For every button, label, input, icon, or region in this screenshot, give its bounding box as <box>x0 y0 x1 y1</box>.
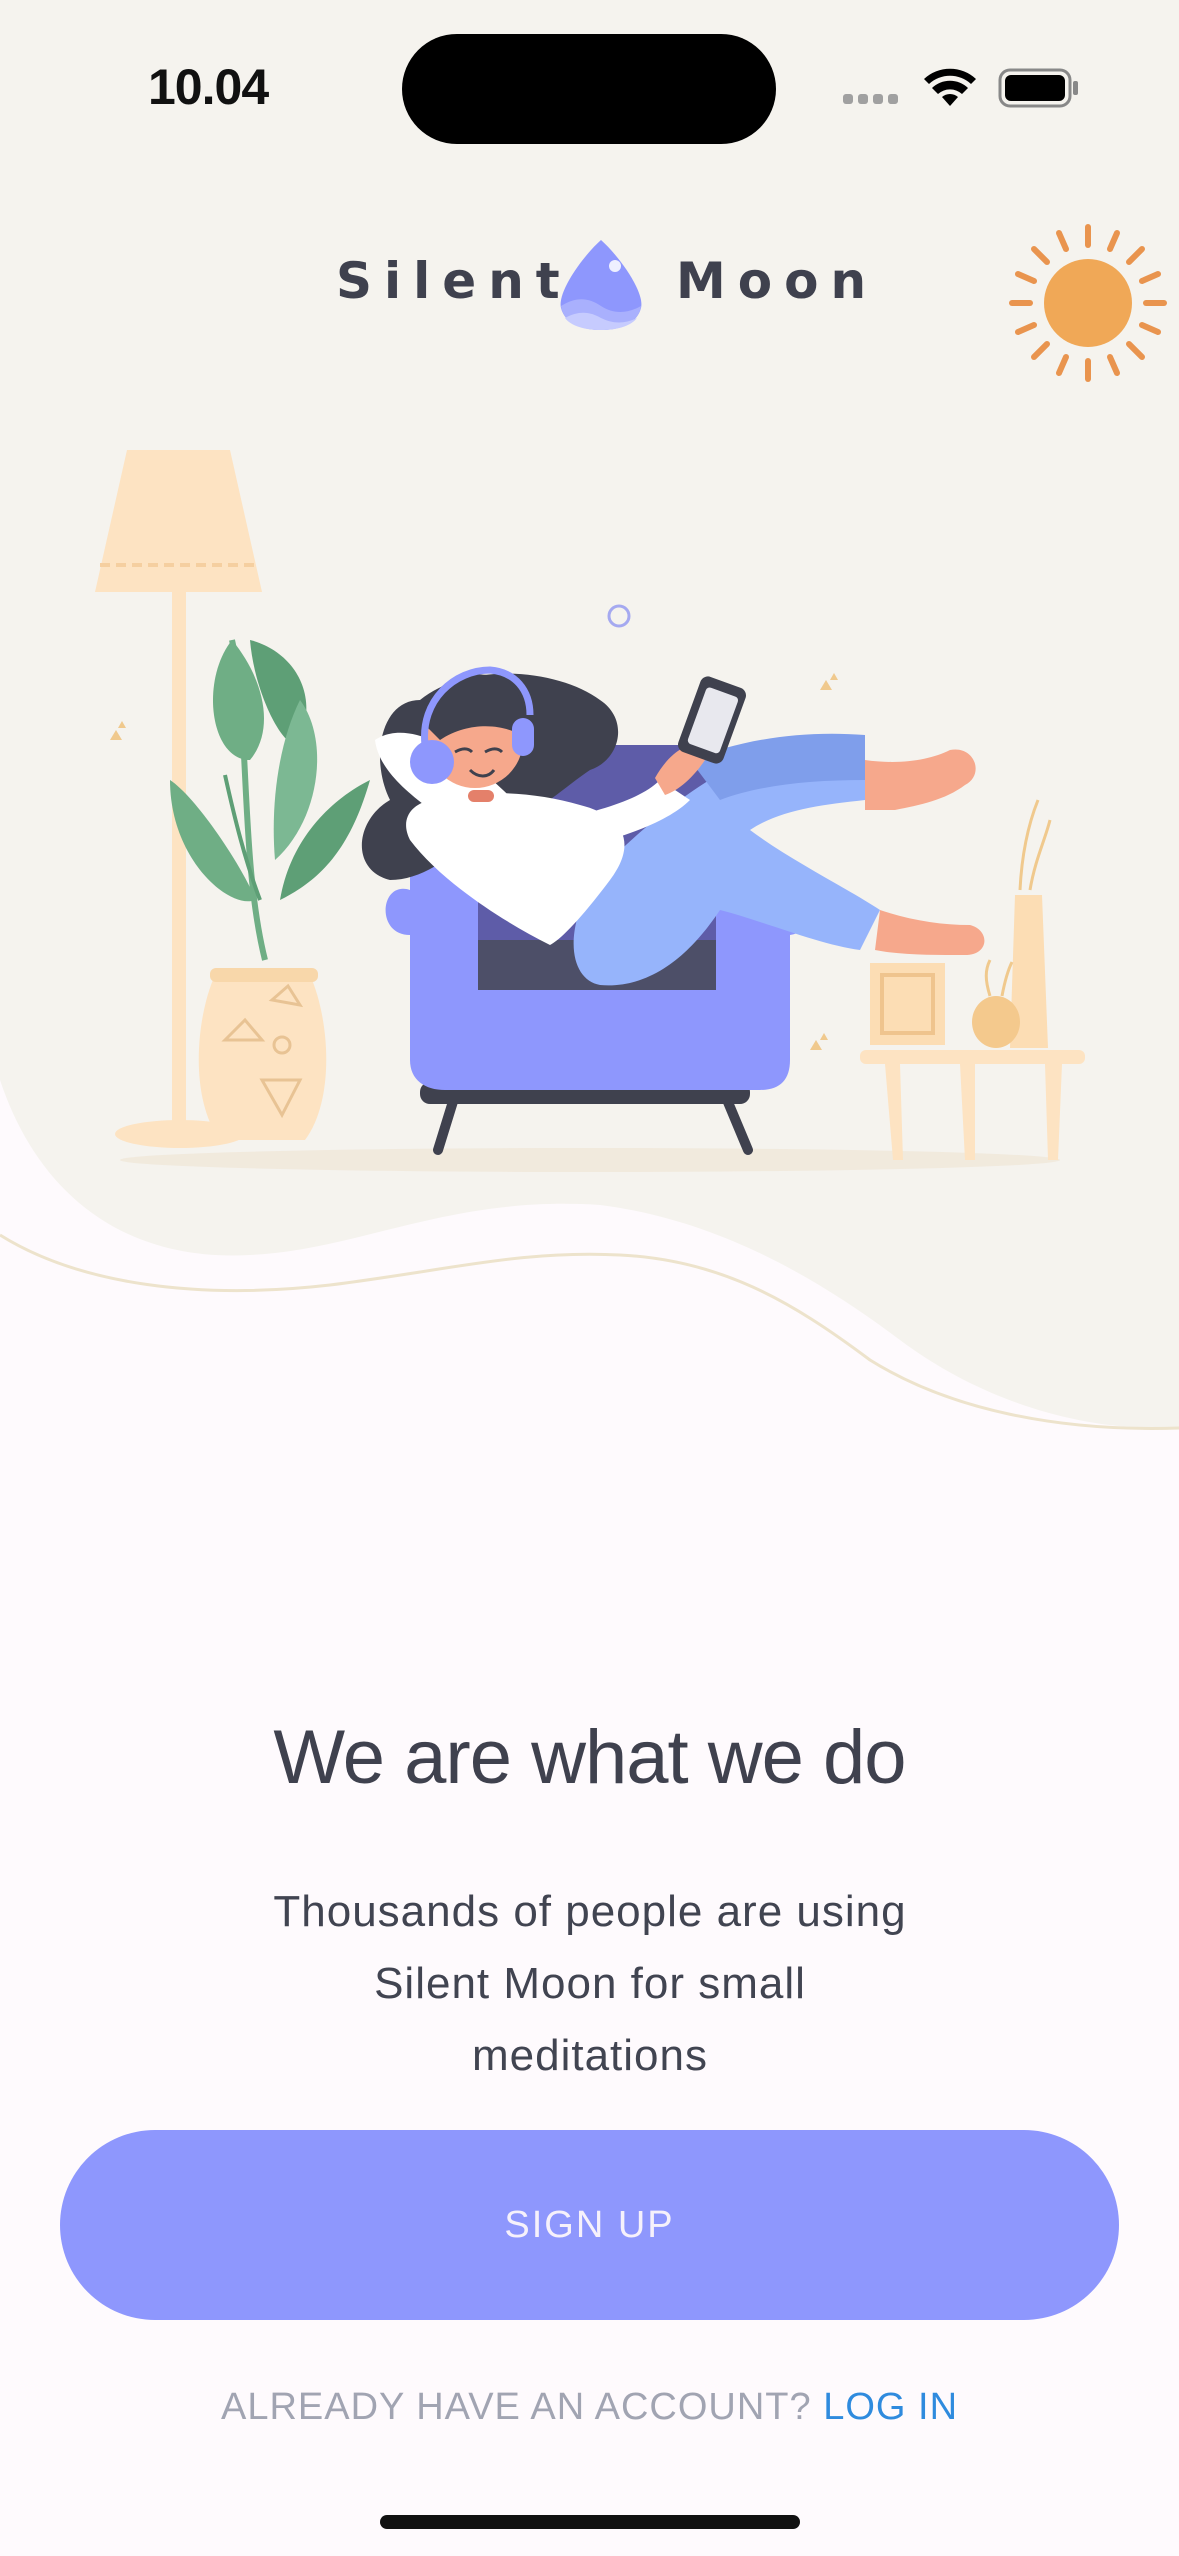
home-indicator[interactable] <box>380 2515 800 2529</box>
sign-up-button[interactable]: SIGN UP <box>60 2130 1119 2320</box>
battery-icon <box>998 68 1078 108</box>
subtitle-line: Thousands of people are using <box>273 1887 907 1936</box>
wifi-icon <box>924 68 976 106</box>
hero-illustration <box>0 0 1179 1430</box>
dynamic-island <box>402 34 776 144</box>
login-prompt-text: ALREADY HAVE AN ACCOUNT? <box>220 2386 812 2428</box>
login-prompt: ALREADY HAVE AN ACCOUNT? LOG IN <box>0 2386 1179 2429</box>
status-time: 10.04 <box>148 59 269 115</box>
subtitle: Thousands of people are using Silent Moo… <box>240 1876 940 2092</box>
subtitle-line: meditations <box>471 2031 708 2080</box>
headline: We are what we do <box>273 1715 906 1800</box>
brand-name-left: Silent <box>336 252 572 310</box>
moon-drop-icon <box>560 240 642 330</box>
log-in-link[interactable]: LOG IN <box>823 2386 958 2428</box>
brand-name-right: Moon <box>676 252 879 310</box>
sign-up-label: SIGN UP <box>504 2203 675 2246</box>
subtitle-line: Silent Moon for small <box>374 1959 806 2008</box>
cellular-signal-icon <box>843 94 898 104</box>
